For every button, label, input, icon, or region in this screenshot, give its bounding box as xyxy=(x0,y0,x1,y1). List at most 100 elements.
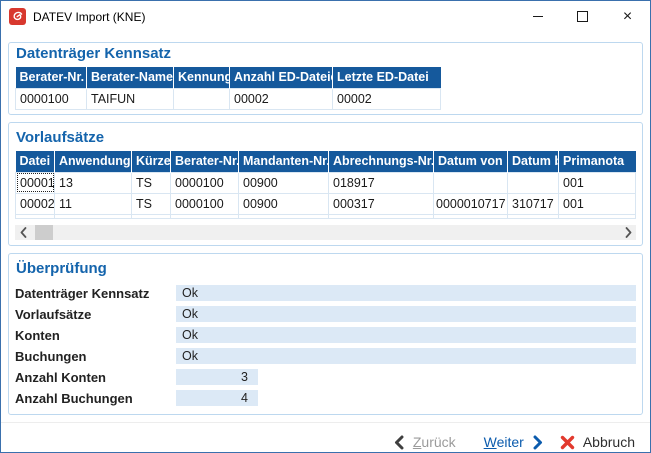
close-button[interactable]: × xyxy=(605,1,650,32)
cell[interactable]: 11 xyxy=(54,192,132,215)
empty-cell xyxy=(433,214,508,219)
section-vorlaufsaetze: Vorlaufsätze Datei Anwendung Kürzel Berater… xyxy=(8,122,643,246)
column-header[interactable]: Primanota xyxy=(558,151,636,172)
check-value-field: Ok xyxy=(176,306,636,322)
check-value-field: Ok xyxy=(176,348,636,364)
window-title: DATEV Import (KNE) xyxy=(33,9,146,24)
check-label: Anzahl Konten xyxy=(15,369,106,385)
cell[interactable]: TAIFUN xyxy=(86,87,174,110)
button-bar: Zurück Weiter Abbruch xyxy=(1,422,650,452)
cell[interactable] xyxy=(173,87,230,110)
maximize-icon xyxy=(577,11,588,22)
column-header[interactable]: Anzahl ED-Dateien xyxy=(229,67,333,88)
cell[interactable] xyxy=(507,171,559,194)
minimize-button[interactable] xyxy=(515,1,560,32)
section-title-ueberpruefung: Überprüfung xyxy=(16,260,107,277)
section-ueberpruefung: Überprüfung Datenträger Kennsatz Ok Vorl… xyxy=(8,253,643,415)
check-row-buchungen: Buchungen Ok xyxy=(15,348,636,364)
back-button-label: Zurück xyxy=(412,434,456,450)
scroll-right-button[interactable] xyxy=(620,225,636,240)
table-row[interactable]: 0000100 TAIFUN 00002 00002 xyxy=(15,87,441,110)
empty-cell xyxy=(170,214,239,219)
cell[interactable]: 00002 xyxy=(15,192,55,215)
chevron-right-icon xyxy=(625,226,631,238)
check-label: Konten xyxy=(15,327,60,343)
empty-cell xyxy=(328,214,434,219)
column-header[interactable]: Mandanten-Nr. xyxy=(238,151,329,172)
next-button[interactable]: Weiter xyxy=(484,434,543,450)
column-header[interactable]: Datei xyxy=(15,151,55,172)
table-row[interactable]: 00002 11 TS 0000100 00900 000317 0000010717 310… xyxy=(15,192,636,215)
kennsatz-table[interactable]: Berater-Nr. Berater-Name Kennung Anzahl ED-… xyxy=(15,67,441,110)
table-row[interactable]: 00001 13 TS 0000100 00900 018917 001 xyxy=(15,171,636,194)
cell[interactable]: 00002 xyxy=(332,87,441,110)
column-header[interactable]: Letzte ED-Datei xyxy=(332,67,441,88)
cell[interactable]: 0000100 xyxy=(170,192,239,215)
column-header[interactable]: Berater-Nr. xyxy=(170,151,239,172)
cancel-x-icon xyxy=(560,435,575,449)
maximize-button[interactable] xyxy=(560,1,605,32)
app-icon xyxy=(9,8,26,25)
horizontal-scrollbar[interactable] xyxy=(15,224,636,240)
column-header[interactable]: Anwendung xyxy=(54,151,132,172)
cell[interactable]: 018917 xyxy=(328,171,434,194)
minimize-icon xyxy=(532,16,543,17)
check-value-field: Ok xyxy=(176,285,636,301)
cell[interactable]: 001 xyxy=(558,171,636,194)
column-header[interactable]: Kürzel xyxy=(131,151,171,172)
check-row-konten: Konten Ok xyxy=(15,327,636,343)
next-button-label: Weiter xyxy=(483,434,524,450)
cell[interactable]: 310717 xyxy=(507,192,559,215)
column-header[interactable]: Datum von xyxy=(433,151,508,172)
check-label: Vorlaufsätze xyxy=(15,306,92,322)
check-label: Anzahl Buchungen xyxy=(15,390,133,406)
cell[interactable]: 000317 xyxy=(328,192,434,215)
chevron-right-icon xyxy=(533,435,542,449)
empty-cell xyxy=(15,214,55,219)
scrollbar-thumb[interactable] xyxy=(35,224,53,240)
empty-cell xyxy=(131,214,171,219)
cancel-button[interactable]: Abbruch xyxy=(560,434,635,450)
chevron-left-icon xyxy=(20,226,26,238)
back-button[interactable]: Zurück xyxy=(394,434,456,450)
column-header[interactable]: Abrechnungs-Nr. xyxy=(328,151,434,172)
cell[interactable]: 00002 xyxy=(229,87,333,110)
vorlaufsaetze-table[interactable]: Datei Anwendung Kürzel Berater-Nr. Mandanten… xyxy=(15,151,636,219)
column-header[interactable]: Kennung xyxy=(173,67,230,88)
header-row: Datei Anwendung Kürzel Berater-Nr. Mandanten… xyxy=(15,151,636,172)
empty-cell xyxy=(558,214,636,219)
cell[interactable] xyxy=(433,171,508,194)
cell[interactable]: TS xyxy=(131,192,171,215)
empty-cell xyxy=(507,214,559,219)
cell[interactable]: 00900 xyxy=(238,192,329,215)
close-icon: × xyxy=(622,7,633,25)
scroll-left-button[interactable] xyxy=(15,225,31,240)
empty-cell xyxy=(238,214,329,219)
cell[interactable]: 13 xyxy=(54,171,132,194)
dialog-content: Datenträger Kennsatz Berater-Nr. Berater-… xyxy=(1,32,650,422)
check-value-field: 3 xyxy=(176,369,258,385)
title-bar: DATEV Import (KNE) × xyxy=(1,1,650,32)
header-row: Berater-Nr. Berater-Name Kennung Anzahl ED-… xyxy=(15,67,441,88)
chevron-left-icon xyxy=(394,435,404,449)
check-value-field: Ok xyxy=(176,327,636,343)
column-header[interactable]: Datum bis xyxy=(507,151,559,172)
check-label: Buchungen xyxy=(15,348,87,364)
section-title-kennsatz: Datenträger Kennsatz xyxy=(16,45,172,62)
column-header[interactable]: Berater-Nr. xyxy=(15,67,87,88)
check-row-kennsatz: Datenträger Kennsatz Ok xyxy=(15,285,636,301)
cell[interactable]: 00001 xyxy=(15,171,55,194)
section-datentraeger-kennsatz: Datenträger Kennsatz Berater-Nr. Berater-… xyxy=(8,42,643,115)
cell[interactable]: 001 xyxy=(558,192,636,215)
cell[interactable]: 0000010717 xyxy=(433,192,508,215)
check-row-vorlaufsaetze: Vorlaufsätze Ok xyxy=(15,306,636,322)
cell[interactable]: 0000100 xyxy=(170,171,239,194)
cell[interactable]: 00900 xyxy=(238,171,329,194)
check-row-anzahl-buchungen: Anzahl Buchungen 4 xyxy=(15,390,636,406)
cell[interactable]: 0000100 xyxy=(15,87,87,110)
column-header[interactable]: Berater-Name xyxy=(86,67,174,88)
cancel-button-label: Abbruch xyxy=(582,434,635,450)
empty-row xyxy=(15,214,636,219)
cell[interactable]: TS xyxy=(131,171,171,194)
empty-cell xyxy=(54,214,132,219)
